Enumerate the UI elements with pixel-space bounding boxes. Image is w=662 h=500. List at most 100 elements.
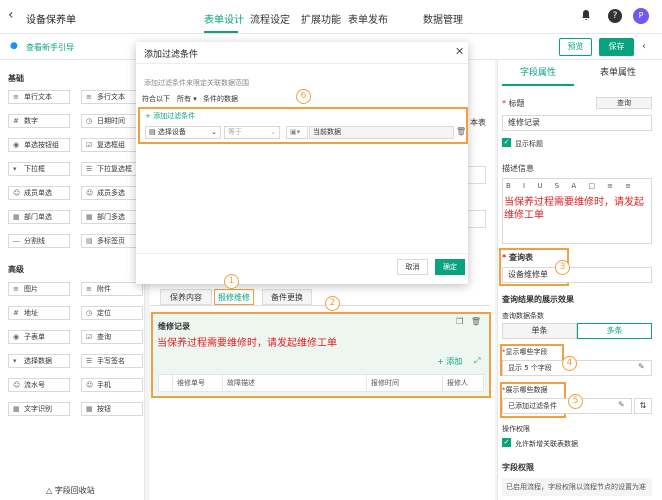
component-icon: ▦ bbox=[86, 405, 93, 413]
help-icon[interactable]: ? bbox=[608, 9, 622, 23]
component-icon: ▾ bbox=[13, 357, 17, 365]
query-table-label: * 查询表 bbox=[502, 253, 533, 262]
tab-form-props[interactable]: 表单属性 bbox=[582, 60, 654, 86]
section-basic: 基础 bbox=[8, 74, 24, 83]
single-toggle[interactable]: 单条 bbox=[502, 323, 577, 339]
component-item[interactable]: ◷ 定位 bbox=[81, 306, 143, 320]
back-arrow-icon[interactable]: ‹ bbox=[8, 8, 14, 22]
component-item[interactable]: ▾ 选择数据 bbox=[8, 354, 70, 368]
close-icon[interactable]: ✕ bbox=[455, 45, 464, 58]
add-label: 添加 bbox=[446, 357, 463, 366]
component-item[interactable]: ☑ 查询 bbox=[81, 330, 143, 344]
edit-icon[interactable]: ✎ bbox=[618, 400, 625, 409]
checkbox-col bbox=[159, 375, 173, 391]
component-item[interactable]: ▦ 按钮 bbox=[81, 402, 143, 416]
component-item[interactable]: ☰ 手写签名 bbox=[81, 354, 143, 368]
lightbulb-icon: ● bbox=[10, 41, 18, 51]
component-item[interactable]: # 地址 bbox=[8, 306, 70, 320]
component-label: 地址 bbox=[24, 309, 38, 317]
component-icon: ☰ bbox=[86, 357, 93, 365]
component-item[interactable]: ▦ 文字识别 bbox=[8, 402, 70, 416]
edit-icon[interactable]: ✎ bbox=[638, 362, 645, 371]
component-item[interactable]: ☺ 成员多选 bbox=[81, 186, 143, 200]
component-item[interactable]: ▤ 多标签页 bbox=[81, 234, 143, 248]
component-item[interactable]: ◉ 子表单 bbox=[8, 330, 70, 344]
tab-extension[interactable]: 扩展功能 bbox=[301, 11, 341, 26]
editor-toolbar-icons[interactable]: B I U S A □ ≡ ≡ bbox=[506, 182, 636, 190]
component-item[interactable]: ≡ 附件 bbox=[81, 282, 143, 296]
tab-field-props[interactable]: 字段属性 bbox=[502, 60, 574, 86]
component-item[interactable]: ☺ 成员单选 bbox=[8, 186, 70, 200]
subform-table-header: 维修单号 故障描述 报修时间 报修人 bbox=[158, 374, 484, 392]
chevron-down-icon: ▾ bbox=[193, 95, 197, 103]
component-item[interactable]: ☺ 手机 bbox=[81, 378, 143, 392]
query-button[interactable]: 查询 bbox=[596, 97, 652, 109]
component-icon: ☺ bbox=[13, 189, 21, 197]
tab-process[interactable]: 流程设定 bbox=[250, 11, 290, 26]
component-item[interactable]: ― 分割线 bbox=[8, 234, 70, 248]
data-filter-select[interactable]: 已添加过滤条件 bbox=[502, 398, 632, 414]
tab-publish[interactable]: 表单发布 bbox=[348, 11, 388, 26]
component-icon: ▦ bbox=[86, 213, 93, 221]
component-label: 部门多选 bbox=[97, 213, 125, 221]
condition-field-select[interactable]: ▤ 选择设备 ⌄ bbox=[145, 126, 221, 139]
result-label: 查询结果的展示效果 bbox=[502, 295, 574, 304]
tab-data[interactable]: 数据管理 bbox=[423, 11, 463, 26]
component-label: 分割线 bbox=[24, 237, 45, 245]
avatar[interactable]: P bbox=[633, 8, 649, 24]
component-item[interactable]: ☑ 复选框组 bbox=[81, 138, 143, 152]
component-item[interactable]: # 数字 bbox=[8, 114, 70, 128]
sort-icon[interactable]: ⇅ bbox=[634, 398, 652, 414]
preview-button[interactable]: 预览 bbox=[559, 38, 592, 56]
cancel-button[interactable]: 取消 bbox=[397, 259, 428, 275]
component-item[interactable]: ☺ 流水号 bbox=[8, 378, 70, 392]
checkbox-show-title[interactable]: ✓ bbox=[502, 138, 511, 147]
recycle-bin-link[interactable]: △ 字段回收站 bbox=[46, 485, 95, 496]
add-row-button[interactable]: + 添加 bbox=[437, 356, 462, 367]
delete-icon[interactable]: 🗑︎ bbox=[456, 127, 466, 136]
component-label: 手机 bbox=[97, 381, 111, 389]
tab-form-design[interactable]: 表单设计 bbox=[204, 11, 244, 26]
component-label: 单行文本 bbox=[24, 93, 52, 101]
save-button[interactable]: 保存 bbox=[599, 38, 634, 56]
match-select[interactable]: 所有 ▾ bbox=[177, 94, 197, 104]
tab-repair[interactable]: 报修维修 bbox=[214, 289, 254, 305]
component-item[interactable]: ≡ 图片 bbox=[8, 282, 70, 296]
bell-icon[interactable] bbox=[580, 9, 594, 23]
component-icon: ― bbox=[13, 237, 20, 245]
value-type-select[interactable]: ▣▾ bbox=[286, 126, 308, 139]
condition-operator-select[interactable]: 等于 ⌄ bbox=[224, 126, 280, 139]
component-item[interactable]: ≡ 单行文本 bbox=[8, 90, 70, 104]
expand-icon[interactable]: ⤢ bbox=[474, 356, 480, 366]
add-condition-button[interactable]: + 添加过滤条件 bbox=[145, 111, 195, 121]
condition-value[interactable]: 当前数据 bbox=[309, 126, 454, 139]
component-item[interactable]: ≡ 多行文本 bbox=[81, 90, 143, 104]
component-item[interactable]: ▦ 部门多选 bbox=[81, 210, 143, 224]
component-label: 选择数据 bbox=[24, 357, 52, 365]
component-label: 下拉框 bbox=[24, 165, 45, 173]
component-item[interactable]: ☰ 下拉复选框 bbox=[81, 162, 143, 176]
component-item[interactable]: ◷ 日期时间 bbox=[81, 114, 143, 128]
more-icon[interactable]: ‹ bbox=[642, 41, 646, 52]
guide-link[interactable]: 查看新手引导 bbox=[26, 42, 74, 53]
component-item[interactable]: ◉ 单选按钮组 bbox=[8, 138, 70, 152]
component-icon: ▤ bbox=[86, 237, 93, 245]
tab-spare-parts[interactable]: 备件更换 bbox=[262, 289, 312, 305]
query-table-select[interactable]: 设备维修单 bbox=[502, 267, 652, 283]
tab-maintenance-content[interactable]: 保养内容 bbox=[160, 289, 212, 305]
component-item[interactable]: ▾ 下拉框 bbox=[8, 162, 70, 176]
component-icon: ☺ bbox=[86, 189, 94, 197]
delete-icon[interactable]: 🗑︎ bbox=[471, 317, 481, 326]
title-input[interactable]: 维修记录 bbox=[502, 115, 652, 131]
component-icon: ◉ bbox=[13, 333, 20, 341]
multi-toggle[interactable]: 多条 bbox=[577, 323, 652, 339]
checkbox-allow-new[interactable]: ✓ bbox=[502, 438, 511, 447]
component-item[interactable]: ▦ 部门单选 bbox=[8, 210, 70, 224]
confirm-button[interactable]: 确定 bbox=[435, 259, 465, 275]
partial-text: 本表 bbox=[470, 118, 486, 127]
data-label: *展示哪些数据 bbox=[502, 386, 548, 394]
component-icon: ▦ bbox=[13, 213, 20, 221]
fields-select[interactable]: 显示 5 个字段 bbox=[502, 360, 652, 376]
component-label: 单选按钮组 bbox=[24, 141, 59, 149]
copy-icon[interactable]: ❐ bbox=[456, 317, 463, 326]
